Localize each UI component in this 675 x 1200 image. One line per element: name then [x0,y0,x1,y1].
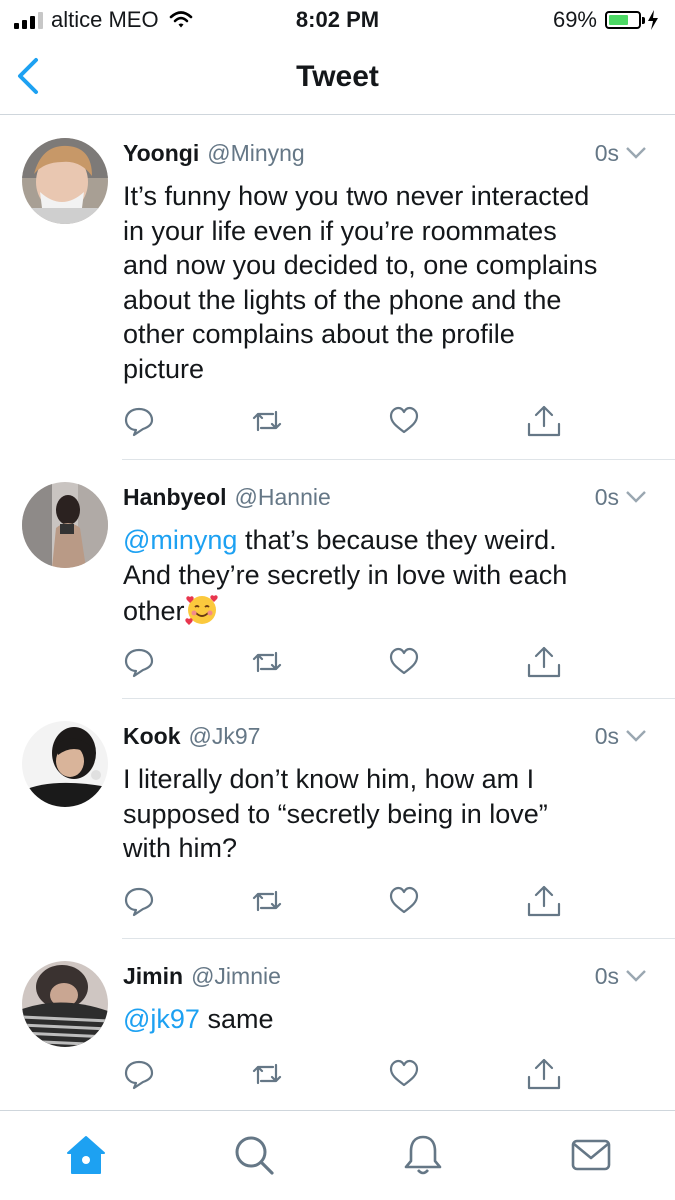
tweet-3[interactable]: Kook @Jk97 0s I literally don’t know him… [0,699,675,939]
tweet-actions [123,645,573,683]
retweet-icon[interactable] [251,1057,283,1091]
display-name[interactable]: Jimin [123,963,183,990]
tweet-line: and now you decided to, one complains [123,250,598,280]
username[interactable]: @Hannie [235,484,331,511]
tab-bar [0,1110,675,1200]
tweet-line: picture [123,353,205,384]
messages-icon[interactable] [569,1133,613,1177]
retweet-icon[interactable] [251,404,283,438]
like-icon[interactable] [388,404,420,438]
timestamp: 0s [595,963,647,990]
username[interactable]: @Minyng [207,140,305,167]
timestamp-text: 0s [594,962,619,989]
share-icon[interactable] [525,404,563,438]
nav-bar: Tweet [0,40,675,115]
tweet-header: Jimin @Jimnie 0s [123,961,647,991]
timestamp-text: 0s [594,483,619,510]
mention-link[interactable]: @minyng [123,525,237,555]
tweet-line: about the lights of the phone and the [123,284,562,315]
username[interactable]: @Jimnie [191,963,281,990]
retweet-icon[interactable] [251,645,283,679]
chevron-down-icon[interactable] [625,146,647,160]
like-icon[interactable] [388,645,420,679]
chevron-down-icon[interactable] [625,729,647,743]
avatar[interactable] [22,961,108,1047]
reply-icon[interactable] [123,404,155,438]
reply-icon[interactable] [123,884,155,918]
reply-icon[interactable] [123,645,155,679]
timestamp: 0s [595,723,647,750]
battery-fill [609,15,628,25]
tweet-text-segment: same [199,1004,274,1034]
page-title: Tweet [296,60,379,93]
tweet-line: And they’re secretly in love with each [123,559,568,590]
tweet-4[interactable]: Jimin @Jimnie 0s @jk97 same [0,939,675,1110]
tweet-text: @jk97 same [123,1002,645,1037]
share-icon[interactable] [525,1057,563,1091]
tweet-actions [123,884,573,922]
search-icon[interactable] [232,1133,276,1177]
tweet-text: I literally don’t know him, how am I sup… [123,762,645,866]
avatar[interactable] [22,482,108,568]
tweet-header: Hanbyeol @Hannie 0s [123,482,647,512]
like-icon[interactable] [388,1057,420,1091]
tweet-actions [123,404,573,442]
avatar[interactable] [22,721,108,807]
reply-icon[interactable] [123,1057,155,1091]
smiling-face-with-hearts-emoji [184,595,218,625]
home-icon[interactable] [64,1133,108,1177]
tweet-1[interactable]: Yoongi @Minyng 0s It’s funny how you two… [0,116,675,460]
tweet-line: @jk97 same [123,1002,645,1037]
timestamp: 0s [595,140,647,167]
timestamp: 0s [595,484,647,511]
display-name[interactable]: Yoongi [123,140,199,167]
tweet-line: other [123,592,645,629]
charging-icon [648,10,658,30]
tweet-text-segment: other [123,596,185,626]
tweet-line: It’s funny how you two never interacted [123,181,590,211]
tweet-line: in your life even if you’re roommates [123,215,557,246]
tweet-actions [123,1057,573,1095]
share-icon[interactable] [525,884,563,918]
tweet-line: @minyng that’s because they weird. [123,523,645,558]
battery-icon [605,11,645,29]
tweet-line: supposed to “secretly being in love” [123,798,548,829]
timestamp-text: 0s [594,722,619,749]
timestamp-text: 0s [594,139,619,166]
display-name[interactable]: Hanbyeol [123,484,227,511]
mention-link[interactable]: @jk97 [123,1004,200,1034]
tweet-line: I literally don’t know him, how am I [123,764,535,794]
avatar[interactable] [22,138,108,224]
tweet-header: Yoongi @Minyng 0s [123,138,647,168]
notifications-icon[interactable] [401,1133,445,1177]
tweet-line: other complains about the profile [123,319,515,349]
tweet-text: It’s funny how you two never interacted … [123,179,645,386]
username[interactable]: @Jk97 [189,723,261,750]
tweet-text-segment: that’s because they weird. [237,525,557,555]
retweet-icon[interactable] [251,884,283,918]
chevron-down-icon[interactable] [625,969,647,983]
tweet-2[interactable]: Hanbyeol @Hannie 0s @minyng that’s becau… [0,460,675,699]
battery-percent: 69% [552,7,597,32]
display-name[interactable]: Kook [123,723,181,750]
chevron-down-icon[interactable] [625,490,647,504]
tweet-line: with him? [123,833,238,863]
tweet-header: Kook @Jk97 0s [123,721,647,751]
status-right: 69% [553,7,659,33]
share-icon[interactable] [525,645,563,679]
tweet-text: @minyng that’s because they weird. And t… [123,523,645,629]
like-icon[interactable] [388,884,420,918]
status-bar: altice MEO 8:02 PM 69% [0,0,675,40]
